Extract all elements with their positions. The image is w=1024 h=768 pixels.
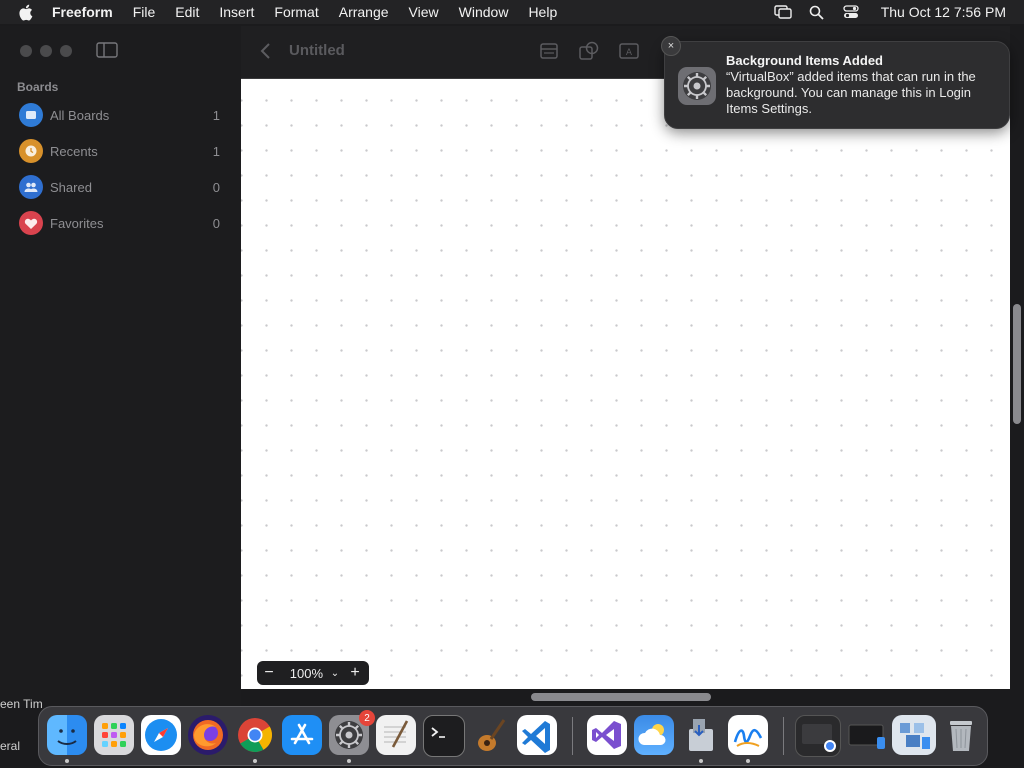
sidebar-item-count: 0 (212, 215, 220, 231)
menu-app-name[interactable]: Freeform (52, 4, 113, 20)
notification-close-button[interactable]: × (661, 36, 681, 56)
sticky-note-icon[interactable] (537, 39, 561, 63)
chrome-icon[interactable] (235, 715, 275, 755)
svg-text:A: A (626, 48, 633, 58)
sidebar-item-label: Recents (50, 143, 98, 159)
menu-view[interactable]: View (409, 4, 439, 20)
sidebar-item-shared[interactable]: Shared 0 (14, 172, 226, 202)
notification-badge: 2 (359, 710, 375, 726)
all-boards-icon (19, 103, 43, 127)
menu-file[interactable]: File (133, 4, 156, 20)
instruments-icon[interactable] (470, 715, 510, 755)
people-icon (19, 175, 43, 199)
minimize-window-button[interactable] (40, 45, 52, 57)
vertical-scroll-thumb[interactable] (1013, 304, 1021, 424)
background-window-text: een Tim (0, 697, 43, 711)
running-indicator (699, 759, 703, 763)
sidebar: Boards All Boards 1 Recents 1 Shared 0 F… (0, 26, 241, 706)
applications-stack-icon[interactable] (845, 715, 889, 755)
menu-insert[interactable]: Insert (219, 4, 254, 20)
terminal-icon[interactable] (423, 715, 465, 757)
menu-help[interactable]: Help (528, 4, 557, 20)
menu-clock[interactable]: Thu Oct 12 7:56 PM (881, 4, 1006, 20)
running-indicator (253, 759, 257, 763)
dock-separator (572, 717, 573, 755)
zoom-menu-chevron-icon[interactable]: ⌄ (327, 668, 343, 679)
sidebar-toggle-icon[interactable] (96, 42, 118, 58)
close-window-button[interactable] (20, 45, 32, 57)
menu-window[interactable]: Window (459, 4, 509, 20)
sidebar-item-recents[interactable]: Recents 1 (14, 136, 226, 166)
window-controls (20, 45, 72, 57)
visual-studio-code-icon[interactable] (517, 715, 557, 755)
trash-icon[interactable] (941, 715, 981, 755)
back-chevron-icon[interactable] (259, 40, 273, 62)
dock-separator (783, 717, 784, 755)
sidebar-item-label: Favorites (50, 215, 104, 231)
background-window-text: eral (0, 739, 21, 753)
control-center-icon[interactable] (841, 0, 861, 24)
launchpad-icon[interactable] (94, 715, 134, 755)
clock-icon (19, 139, 43, 163)
menu-edit[interactable]: Edit (175, 4, 199, 20)
weather-icon[interactable] (634, 715, 674, 755)
sidebar-item-count: 0 (212, 179, 220, 195)
zoom-window-button[interactable] (60, 45, 72, 57)
heart-icon (19, 211, 43, 235)
apple-menu-icon[interactable] (18, 0, 36, 24)
visual-studio-icon[interactable] (587, 715, 627, 755)
zoom-control: − 100% ⌄ + (257, 661, 369, 685)
documents-stack-icon[interactable] (892, 715, 936, 755)
textedit-icon[interactable] (376, 715, 416, 755)
sidebar-item-label: All Boards (50, 107, 110, 123)
shapes-icon[interactable] (577, 39, 601, 63)
menu-format[interactable]: Format (274, 4, 318, 20)
sidebar-item-all-boards[interactable]: All Boards 1 (14, 100, 226, 130)
sidebar-item-count: 1 (212, 107, 220, 123)
notification-title: Background Items Added (726, 53, 883, 68)
app-store-icon[interactable] (282, 715, 322, 755)
zoom-out-button[interactable]: − (257, 664, 281, 682)
finder-icon[interactable] (47, 715, 87, 755)
horizontal-scrollbar[interactable] (241, 689, 1010, 706)
installer-icon[interactable] (681, 715, 721, 755)
sidebar-item-label: Shared (50, 179, 92, 195)
menu-arrange[interactable]: Arrange (339, 4, 389, 20)
vertical-scrollbar[interactable] (1010, 26, 1024, 706)
running-indicator (746, 759, 750, 763)
sidebar-item-count: 1 (212, 143, 220, 159)
horizontal-scroll-thumb[interactable] (531, 693, 711, 701)
zoom-level[interactable]: 100% (281, 666, 323, 681)
notification-body: “VirtualBox” added items that can run in… (726, 69, 976, 116)
zoom-in-button[interactable]: + (343, 664, 367, 682)
text-box-icon[interactable]: A (617, 39, 641, 63)
spotlight-search-icon[interactable] (807, 0, 827, 24)
screen-mirroring-icon[interactable] (773, 0, 793, 24)
menu-bar: Freeform File Edit Insert Format Arrange… (0, 0, 1024, 24)
safari-icon[interactable] (141, 715, 181, 755)
firefox-icon[interactable] (188, 715, 228, 755)
board-title[interactable]: Untitled (289, 42, 345, 59)
system-settings-gear-icon (677, 66, 717, 106)
freeform-app-icon[interactable] (728, 715, 768, 755)
sidebar-heading: Boards (17, 80, 59, 94)
background-items-notification[interactable]: × Background Items Added “VirtualBox” ad… (661, 36, 1010, 129)
dock: 2 (38, 706, 988, 766)
system-settings-icon[interactable]: 2 (329, 710, 375, 755)
running-indicator (65, 759, 69, 763)
sidebar-item-favorites[interactable]: Favorites 0 (14, 208, 226, 238)
freeform-canvas[interactable] (241, 79, 1010, 689)
downloads-stack-icon[interactable] (795, 715, 841, 757)
running-indicator (347, 759, 351, 763)
